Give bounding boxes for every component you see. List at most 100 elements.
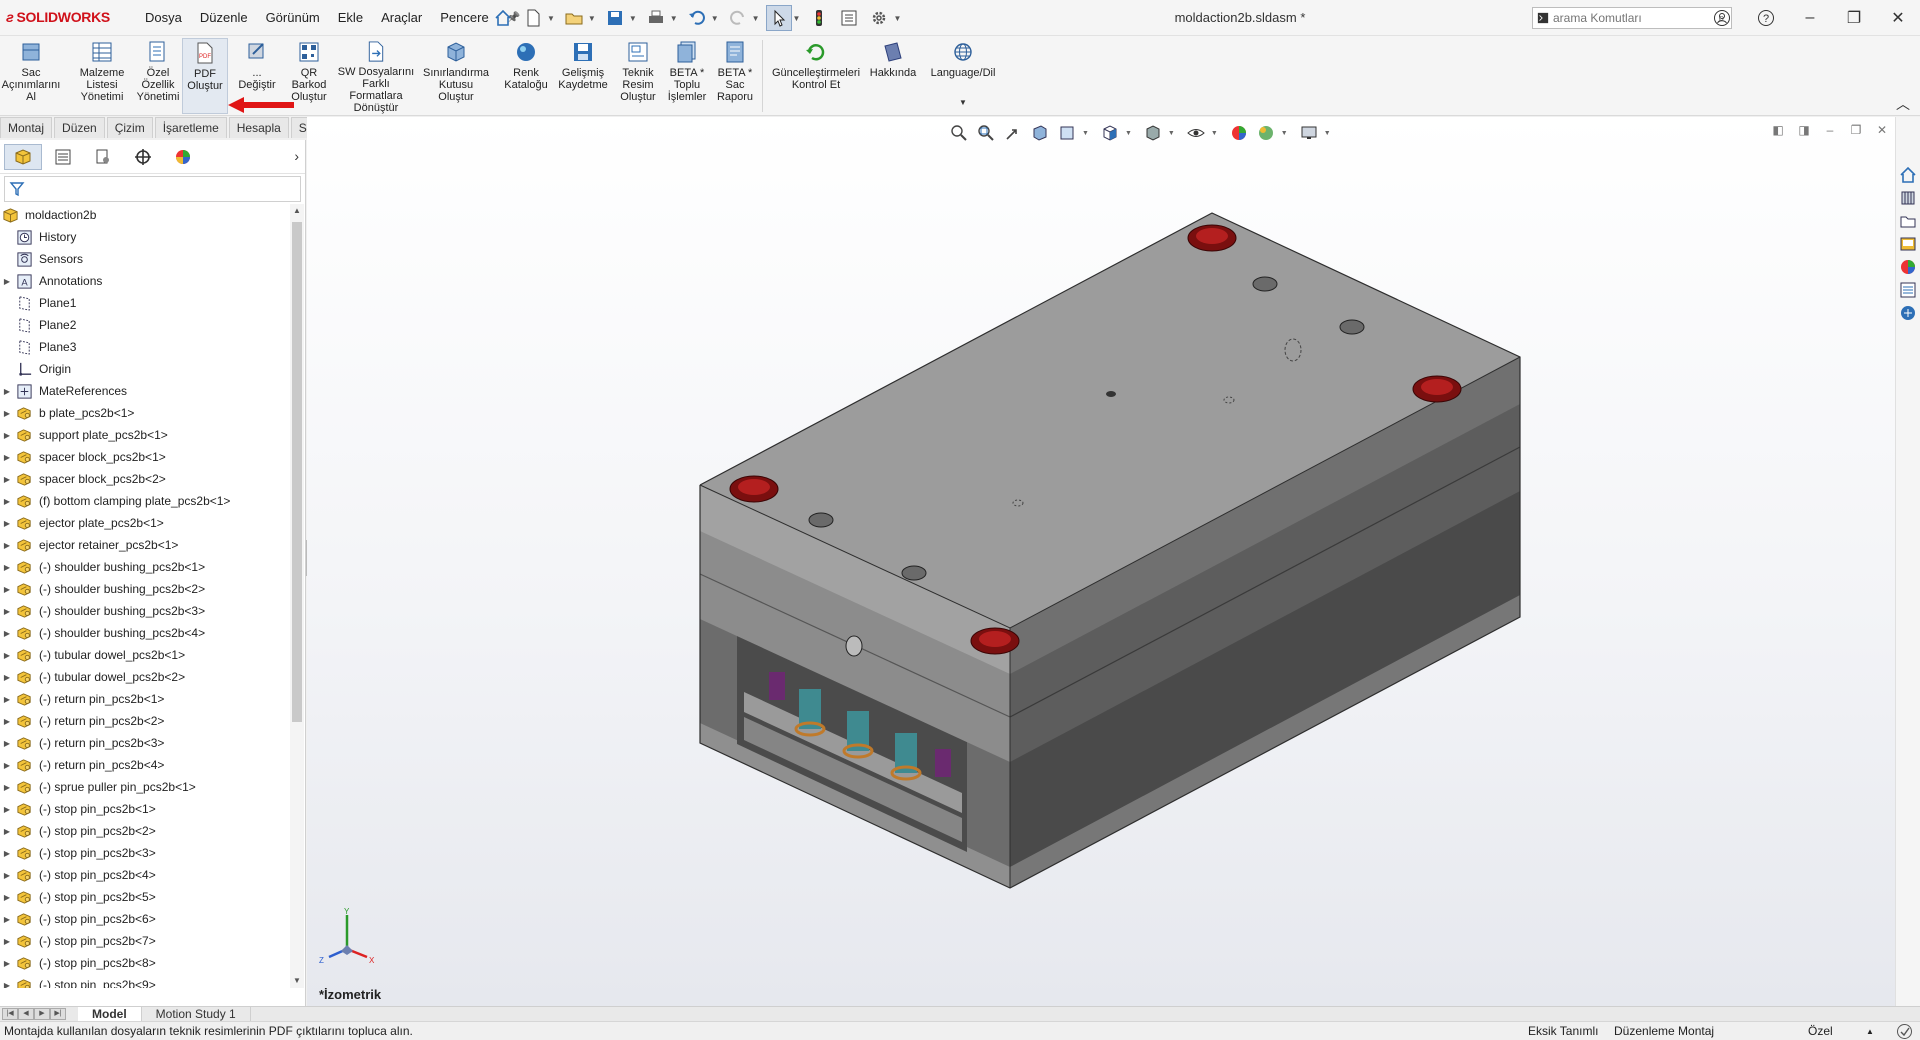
hide-show-dropdown-icon[interactable]: ▼ — [1211, 130, 1218, 137]
scroll-down-icon[interactable]: ▼ — [290, 974, 304, 988]
ribbon-more-icon[interactable]: ▼ — [959, 98, 967, 107]
configuration-manager-tab[interactable] — [84, 144, 122, 170]
expand-arrow-icon[interactable]: ▶ — [0, 387, 14, 396]
command-manager-tab[interactable]: Hesapla — [228, 117, 289, 138]
command-manager-tab[interactable]: Montaj — [0, 117, 53, 138]
expand-arrow-icon[interactable]: ▶ — [0, 959, 14, 968]
tree-node[interactable]: Sensors — [0, 248, 290, 270]
restore-icon[interactable]: ❐ — [1832, 0, 1876, 36]
tree-node[interactable]: ▶ ejector retainer_pcs2b<1> — [0, 534, 290, 556]
file-properties-icon[interactable] — [836, 5, 862, 31]
expand-arrow-icon[interactable]: ▶ — [0, 629, 14, 638]
home-icon[interactable] — [490, 5, 516, 31]
tree-node[interactable]: ▶ (-) stop pin_pcs2b<3> — [0, 842, 290, 864]
expand-arrow-icon[interactable]: ▶ — [0, 519, 14, 528]
tree-node[interactable]: Plane2 — [0, 314, 290, 336]
scroll-up-icon[interactable]: ▲ — [290, 204, 304, 218]
view-settings-dropdown-icon[interactable]: ▼ — [1324, 130, 1331, 137]
apply-scene-dropdown-icon[interactable]: ▼ — [1281, 130, 1288, 137]
undo-icon[interactable] — [684, 5, 710, 31]
ribbon-button[interactable]: Sınırlandırma Kutusu Oluştur — [420, 38, 492, 114]
feature-manager-tab[interactable] — [4, 143, 42, 170]
save-dropdown-icon[interactable]: ▼ — [629, 14, 637, 23]
tree-scroll-thumb[interactable] — [292, 222, 302, 722]
menu-item[interactable]: Araçlar — [372, 0, 431, 36]
last-tab-icon[interactable]: ▶| — [50, 1008, 66, 1020]
new-dropdown-icon[interactable]: ▼ — [547, 14, 555, 23]
display-style-dropdown-icon[interactable]: ▼ — [1168, 130, 1175, 137]
rebuild-traffic-light-icon[interactable] — [806, 5, 832, 31]
viewport-minimize-icon[interactable]: – — [1821, 121, 1839, 139]
viewport-split-left-icon[interactable]: ◧ — [1769, 121, 1787, 139]
expand-arrow-icon[interactable]: ▶ — [0, 651, 14, 660]
ribbon-button[interactable]: PDF PDF Oluştur — [182, 38, 228, 114]
tree-node[interactable]: ▶ (-) sprue puller pin_pcs2b<1> — [0, 776, 290, 798]
expand-arrow-icon[interactable]: ▶ — [0, 981, 14, 989]
ribbon-button[interactable]: Sac Açınımlarını Al — [0, 38, 62, 114]
solidworks-logo[interactable]: ƨ SOLIDWORKS — [6, 9, 110, 25]
command-manager-tab[interactable]: Çizim — [106, 117, 153, 138]
ribbon-button[interactable]: Renk Kataloğu — [496, 38, 556, 114]
graphics-area[interactable]: ▼ ▼ ▼ ▼ ▼ ▼ ◧ ◨ – ❐ ✕ Y X Z *İzometrik — [307, 117, 1895, 1006]
viewport-close-icon[interactable]: ✕ — [1873, 121, 1891, 139]
solidworks-resources-icon[interactable] — [1898, 165, 1918, 185]
tree-node[interactable]: ▶ (-) stop pin_pcs2b<4> — [0, 864, 290, 886]
user-account-icon[interactable] — [1700, 0, 1744, 36]
expand-arrow-icon[interactable]: ▶ — [0, 805, 14, 814]
expand-arrow-icon[interactable]: ▶ — [0, 893, 14, 902]
close-icon[interactable]: ✕ — [1876, 0, 1920, 36]
select-cursor-icon[interactable] — [765, 5, 792, 31]
dimxpert-manager-tab[interactable] — [124, 144, 162, 170]
property-manager-tab[interactable] — [44, 144, 82, 170]
tree-node[interactable]: ▶ (-) return pin_pcs2b<2> — [0, 710, 290, 732]
expand-arrow-icon[interactable]: ▶ — [0, 453, 14, 462]
expand-arrow-icon[interactable]: ▶ — [0, 695, 14, 704]
tree-node[interactable]: ▶ (-) stop pin_pcs2b<2> — [0, 820, 290, 842]
command-search-input[interactable] — [1553, 11, 1703, 25]
tree-node[interactable]: ▶ b plate_pcs2b<1> — [0, 402, 290, 424]
view-settings-icon[interactable] — [1297, 121, 1321, 145]
help-icon[interactable]: ? — [1744, 0, 1788, 36]
view-palette-icon[interactable] — [1898, 234, 1918, 254]
menu-item[interactable]: Düzenle — [191, 0, 257, 36]
expand-arrow-icon[interactable]: ▶ — [0, 673, 14, 682]
ribbon-button[interactable]: Güncelleştirmeleri Kontrol Et — [764, 38, 868, 114]
print-dropdown-icon[interactable]: ▼ — [670, 14, 678, 23]
tree-node[interactable]: ▶ spacer block_pcs2b<1> — [0, 446, 290, 468]
expand-arrow-icon[interactable]: ▶ — [0, 475, 14, 484]
command-manager-tab[interactable]: İşaretleme — [154, 117, 227, 138]
print-icon[interactable] — [643, 5, 669, 31]
redo-dropdown-icon[interactable]: ▼ — [752, 14, 760, 23]
ribbon-button[interactable]: Teknik Resim Oluştur — [616, 38, 660, 114]
tree-node[interactable]: ▶ (-) stop pin_pcs2b<7> — [0, 930, 290, 952]
units-dropdown-icon[interactable]: ▲ — [1866, 1022, 1874, 1040]
options-dropdown-icon[interactable]: ▼ — [893, 14, 901, 23]
command-manager-tab[interactable]: Düzen — [54, 117, 105, 138]
tree-node[interactable]: ▶ (-) stop pin_pcs2b<5> — [0, 886, 290, 908]
custom-properties-icon[interactable] — [1898, 280, 1918, 300]
ribbon-button[interactable]: Malzeme Listesi Yönetimi — [72, 38, 132, 114]
redo-icon[interactable] — [725, 5, 751, 31]
tree-node[interactable]: Origin — [0, 358, 290, 380]
rebuild-status-icon[interactable] — [1896, 1023, 1913, 1040]
expand-arrow-icon[interactable]: ▶ — [0, 827, 14, 836]
filter-icon[interactable] — [9, 181, 25, 197]
tree-node[interactable]: ▶ (-) shoulder bushing_pcs2b<2> — [0, 578, 290, 600]
options-gear-icon[interactable] — [866, 5, 892, 31]
expand-arrow-icon[interactable]: ▶ — [0, 541, 14, 550]
design-library-icon[interactable] — [1898, 188, 1918, 208]
tree-node[interactable]: ▶ MateReferences — [0, 380, 290, 402]
ribbon-button[interactable]: BETA * Sac Raporu — [712, 38, 758, 114]
ribbon-button[interactable]: Hakkında — [864, 38, 922, 114]
open-folder-icon[interactable] — [561, 5, 587, 31]
first-tab-icon[interactable]: |◀ — [2, 1008, 18, 1020]
ribbon-collapse-icon[interactable]: ︿ — [1896, 94, 1910, 114]
tree-node[interactable]: ▶ (-) shoulder bushing_pcs2b<3> — [0, 600, 290, 622]
menu-item[interactable]: Görünüm — [257, 0, 329, 36]
expand-arrow-icon[interactable]: ▶ — [0, 409, 14, 418]
menu-item[interactable]: Ekle — [329, 0, 372, 36]
previous-view-icon[interactable] — [1001, 121, 1025, 145]
expand-arrow-icon[interactable]: ▶ — [0, 585, 14, 594]
tree-node[interactable]: ▶ ejector plate_pcs2b<1> — [0, 512, 290, 534]
status-units[interactable]: Özel — [1808, 1022, 1833, 1040]
